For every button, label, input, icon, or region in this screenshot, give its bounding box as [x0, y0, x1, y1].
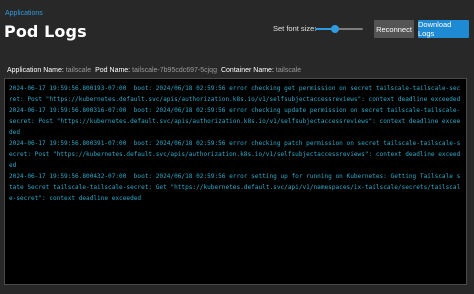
pod-logs-page: Applications Pod Logs Set font size: Rec… [0, 0, 474, 294]
application-name-label: Application Name: [7, 67, 64, 74]
download-logs-button[interactable]: Download Logs [418, 20, 469, 38]
pod-name-value: tailscale-7b95cdc697-5cjqg [132, 67, 217, 74]
log-line: 2024-06-17 19:59:56.800432-07:00 boot: 2… [9, 173, 461, 202]
font-size-slider[interactable] [315, 25, 363, 33]
log-line: 2024-06-17 19:59:56.800316-07:00 boot: 2… [9, 107, 461, 136]
container-name-label: Container Name: [220, 67, 274, 74]
log-output[interactable]: 2024-06-17 19:59:56.800193-07:00 boot: 2… [4, 78, 467, 285]
pod-info-row: Application Name: tailscale Pod Name: ta… [7, 67, 305, 74]
log-line: 2024-06-17 19:59:56.800193-07:00 boot: 2… [9, 85, 461, 103]
font-size-label: Set font size: [273, 24, 317, 33]
pod-name-label: Pod Name: [95, 67, 131, 74]
breadcrumb-applications[interactable]: Applications [5, 10, 43, 17]
reconnect-button[interactable]: Reconnect [374, 20, 414, 38]
container-name-value: tailscale [275, 67, 302, 74]
slider-thumb[interactable] [331, 25, 340, 33]
application-name-value: tailscale [65, 67, 92, 74]
log-line: 2024-06-17 19:59:56.800391-07:00 boot: 2… [9, 140, 461, 169]
page-title: Pod Logs [4, 22, 87, 41]
